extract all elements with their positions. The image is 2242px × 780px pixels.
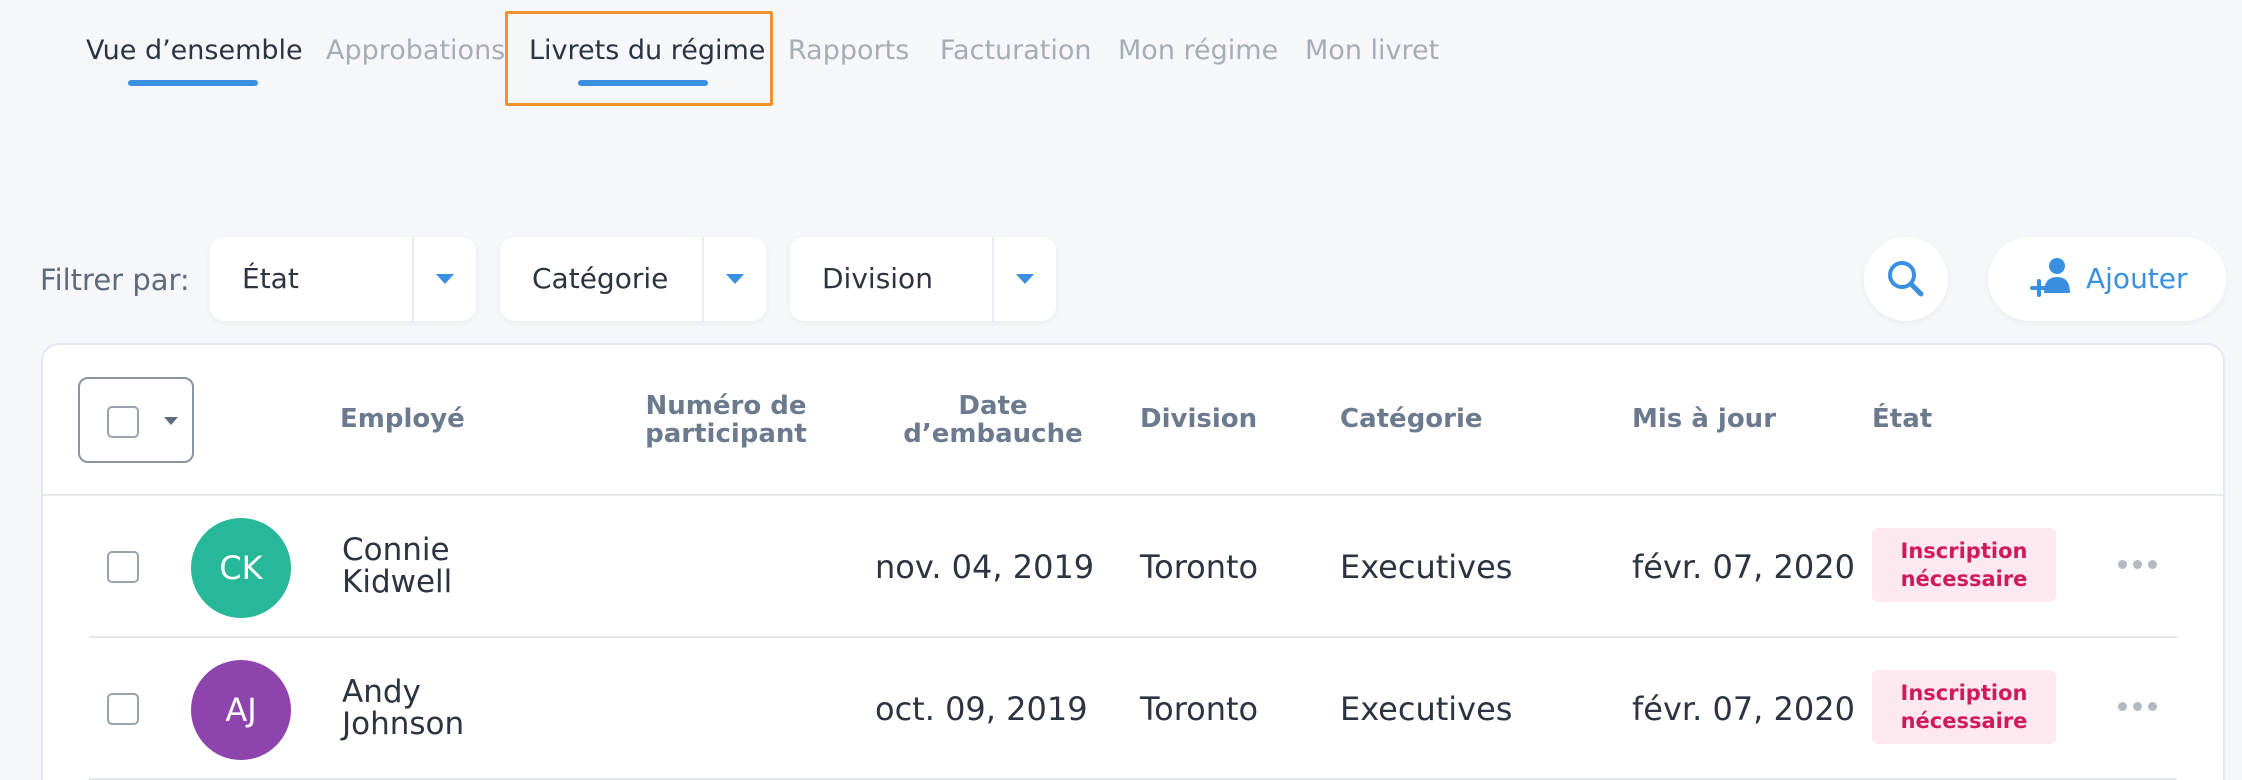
employee-first-name: Connie bbox=[342, 532, 450, 568]
tab-overview-label: Vue d’ensemble bbox=[86, 35, 303, 66]
search-button[interactable] bbox=[1864, 237, 1948, 321]
row-checkbox[interactable] bbox=[107, 551, 139, 583]
column-header-updated[interactable]: Mis à jour bbox=[1632, 405, 1776, 433]
row-checkbox[interactable] bbox=[107, 693, 139, 725]
employee-name[interactable]: Andy Johnson bbox=[342, 676, 464, 740]
employee-last-name: Kidwell bbox=[342, 564, 453, 600]
column-header-participant-line2: participant bbox=[645, 419, 807, 449]
status-badge: Inscription nécessaire bbox=[1872, 528, 2056, 602]
column-header-division[interactable]: Division bbox=[1140, 405, 1257, 433]
tab-approvals-label: Approbations bbox=[326, 35, 506, 66]
status-line2: nécessaire bbox=[1900, 709, 2028, 733]
avatar: CK bbox=[191, 518, 291, 618]
tab-reports[interactable]: Rapports bbox=[788, 34, 909, 68]
chevron-down-icon bbox=[436, 274, 454, 284]
employees-table: Employé Numéro de participant Date d’emb… bbox=[41, 343, 2225, 780]
select-all-checkbox[interactable] bbox=[107, 406, 139, 438]
category: Executives bbox=[1340, 548, 1513, 586]
dropdown-divider bbox=[412, 237, 414, 321]
add-button-label: Ajouter bbox=[2086, 262, 2188, 295]
page: Vue d’ensemble Approbations Livrets du r… bbox=[0, 0, 2242, 780]
employee-first-name: Andy bbox=[342, 674, 421, 710]
tab-overview-underline bbox=[128, 80, 258, 86]
filter-division-label: Division bbox=[822, 262, 933, 295]
filter-state-label: État bbox=[242, 262, 299, 295]
filter-category-dropdown[interactable]: Catégorie bbox=[500, 237, 766, 321]
chevron-down-icon bbox=[726, 274, 744, 284]
chevron-down-icon bbox=[164, 417, 178, 425]
chevron-down-icon bbox=[1016, 274, 1034, 284]
add-button[interactable]: Ajouter bbox=[1988, 237, 2226, 321]
dropdown-divider bbox=[992, 237, 994, 321]
tab-billing-label: Facturation bbox=[940, 35, 1092, 66]
status-line1: Inscription bbox=[1900, 539, 2028, 563]
division: Toronto bbox=[1140, 548, 1259, 586]
filter-state-dropdown[interactable]: État bbox=[210, 237, 476, 321]
tab-billing[interactable]: Facturation bbox=[940, 34, 1092, 68]
search-icon bbox=[1888, 261, 1924, 297]
more-options-icon[interactable] bbox=[2118, 556, 2158, 570]
filter-category-label: Catégorie bbox=[532, 262, 669, 295]
tab-my-booklet[interactable]: Mon livret bbox=[1305, 34, 1439, 68]
column-header-employee[interactable]: Employé bbox=[340, 405, 465, 433]
filter-label: Filtrer par: bbox=[40, 263, 190, 297]
table-row[interactable]: AJ Andy Johnson oct. 09, 2019 Toronto Ex… bbox=[43, 638, 2223, 780]
column-header-participant-number[interactable]: Numéro de participant bbox=[608, 392, 844, 448]
status-badge: Inscription nécessaire bbox=[1872, 670, 2056, 744]
employee-last-name: Johnson bbox=[342, 706, 465, 742]
tab-my-booklet-label: Mon livret bbox=[1305, 35, 1440, 66]
column-header-participant-line1: Numéro de bbox=[645, 391, 807, 421]
updated-date: févr. 07, 2020 bbox=[1632, 548, 1855, 586]
tab-bar: Vue d’ensemble Approbations Livrets du r… bbox=[0, 0, 2242, 110]
column-header-category[interactable]: Catégorie bbox=[1340, 405, 1483, 433]
division: Toronto bbox=[1140, 690, 1259, 728]
tab-reports-label: Rapports bbox=[788, 35, 910, 66]
column-header-hire-date[interactable]: Date d’embauche bbox=[883, 392, 1103, 448]
tab-overview[interactable]: Vue d’ensemble bbox=[86, 34, 303, 86]
tab-plan-booklets-label: Livrets du régime bbox=[529, 35, 766, 66]
column-header-state[interactable]: État bbox=[1872, 405, 1932, 433]
column-header-hire-line1: Date bbox=[958, 391, 1028, 421]
add-user-icon bbox=[2030, 258, 2070, 297]
hire-date: oct. 09, 2019 bbox=[875, 690, 1088, 728]
dropdown-divider bbox=[702, 237, 704, 321]
select-all-dropdown[interactable] bbox=[78, 377, 194, 463]
updated-date: févr. 07, 2020 bbox=[1632, 690, 1855, 728]
status-line1: Inscription bbox=[1900, 681, 2028, 705]
column-header-hire-line2: d’embauche bbox=[903, 419, 1083, 449]
category: Executives bbox=[1340, 690, 1513, 728]
filter-division-dropdown[interactable]: Division bbox=[790, 237, 1056, 321]
tab-my-plan[interactable]: Mon régime bbox=[1118, 34, 1278, 68]
hire-date: nov. 04, 2019 bbox=[875, 548, 1095, 586]
tab-my-plan-label: Mon régime bbox=[1118, 35, 1279, 66]
tab-plan-booklets-underline bbox=[578, 80, 708, 86]
table-row[interactable]: CK Connie Kidwell nov. 04, 2019 Toronto … bbox=[43, 496, 2223, 638]
avatar: AJ bbox=[191, 660, 291, 760]
more-options-icon[interactable] bbox=[2118, 698, 2158, 712]
status-line2: nécessaire bbox=[1900, 567, 2028, 591]
tab-approvals[interactable]: Approbations bbox=[326, 34, 505, 68]
tab-plan-booklets[interactable]: Livrets du régime bbox=[529, 34, 766, 86]
employee-name[interactable]: Connie Kidwell bbox=[342, 534, 452, 598]
